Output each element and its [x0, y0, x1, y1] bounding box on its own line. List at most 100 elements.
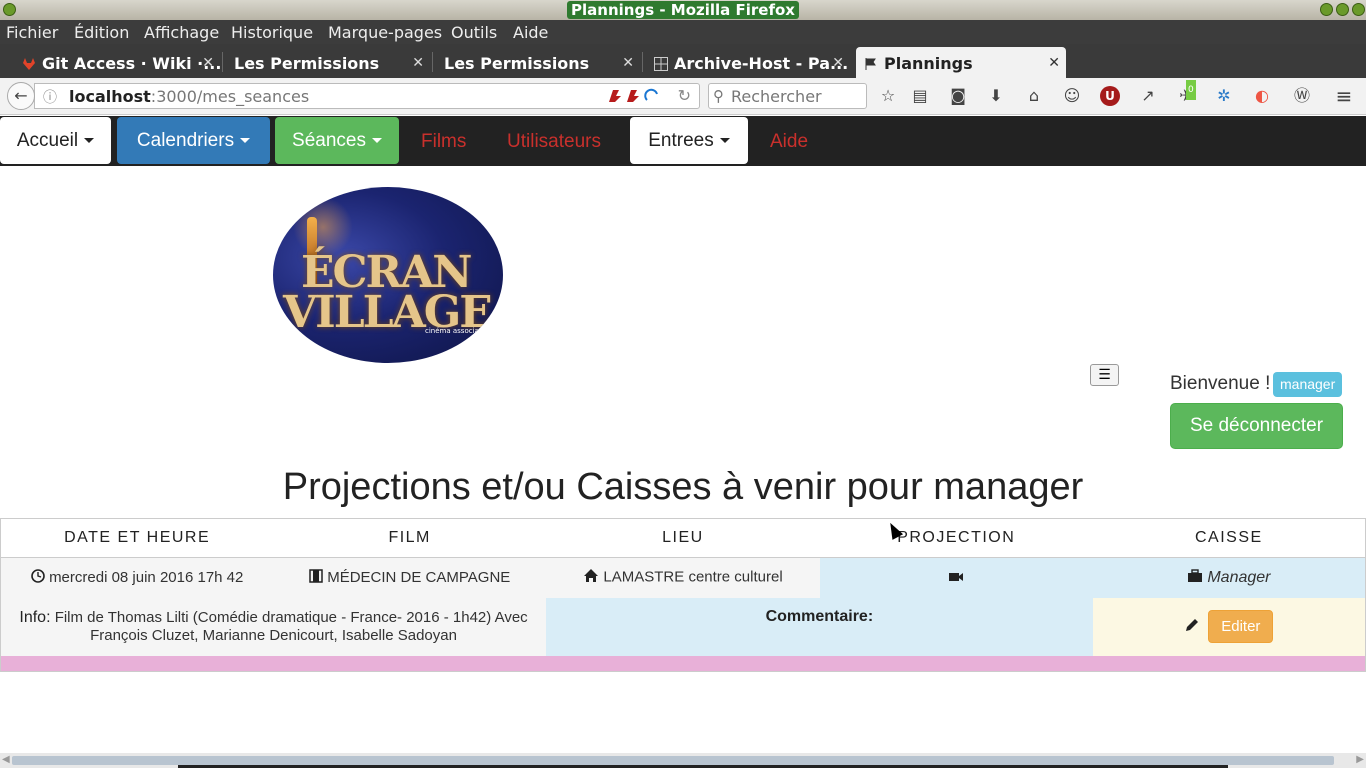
scroll-left-icon[interactable]: ◀ — [2, 754, 10, 765]
tab-label: Git Access · Wiki ·... — [42, 54, 220, 73]
nav-calendriers-dropdown[interactable]: Calendriers — [117, 117, 270, 164]
scroll-right-icon[interactable]: ▶ — [1356, 754, 1364, 765]
cell-lieu: LAMASTRE centre culturel — [546, 557, 820, 598]
caret-down-icon — [719, 138, 730, 143]
pencil-icon — [1184, 617, 1200, 637]
url-host: localhost — [69, 87, 151, 106]
hamburger-toggle-button[interactable]: ☰ — [1090, 364, 1119, 386]
gitlab-icon — [22, 56, 36, 70]
tab-les-permissions-1[interactable]: Les Permissions ✕ — [234, 47, 430, 78]
bookmark-star-icon[interactable]: ☆ — [878, 86, 898, 106]
tab-label: Les Permissions — [444, 54, 590, 73]
search-input[interactable] — [731, 86, 861, 106]
tab-label: Plannings — [884, 54, 973, 73]
table-row-info: Info: Film de Thomas Lilti (Comédie dram… — [0, 597, 1366, 656]
pen-icon[interactable]: ↗ — [1138, 86, 1158, 106]
logout-button[interactable]: Se déconnecter — [1170, 403, 1343, 449]
info-label: Info: — [19, 609, 51, 626]
home-icon — [583, 568, 599, 587]
seances-table: DATE ET HEURE FILM LIEU PROJECTION CAISS… — [0, 518, 1366, 672]
nav-films-link[interactable]: Films — [421, 131, 466, 153]
url-path: :3000/mes_seances — [150, 87, 310, 106]
menu-fichier[interactable]: Fichier — [6, 23, 58, 42]
horizontal-scrollbar[interactable]: ◀ ▶ — [0, 753, 1366, 768]
nav-entrees-label: Entrees — [648, 130, 714, 151]
column-header-projection: PROJECTION — [819, 518, 1093, 558]
close-tab-icon[interactable]: ✕ — [832, 55, 844, 71]
addon-icons[interactable] — [607, 88, 663, 104]
scrollbar-thumb[interactable] — [12, 756, 1334, 765]
wordpress-icon[interactable]: Ⓦ — [1292, 86, 1312, 106]
close-tab-icon[interactable]: ✕ — [1048, 55, 1060, 71]
film-value: MÉDECIN DE CAMPAGNE — [327, 568, 511, 586]
edit-button[interactable]: Editer — [1208, 610, 1274, 643]
badge-count: 0 — [1186, 80, 1196, 100]
comment-label: Commentaire: — [765, 607, 874, 625]
menu-marque-pages[interactable]: Marque-pages — [328, 23, 442, 42]
close-tab-icon[interactable]: ✕ — [412, 55, 424, 71]
close-window-icon[interactable] — [1352, 3, 1365, 16]
maximize-icon[interactable] — [1336, 3, 1349, 16]
addon-badge-icon[interactable]: ✈0 — [1176, 80, 1196, 106]
home-icon[interactable]: ⌂ — [1024, 86, 1044, 106]
tab-plannings[interactable]: Plannings ✕ — [856, 47, 1066, 78]
cell-edit: Editer — [1092, 597, 1366, 656]
nav-aide-link[interactable]: Aide — [770, 131, 808, 153]
table-row-separator — [0, 655, 1366, 672]
title-bar: Plannings - Mozilla Firefox — [0, 0, 1366, 20]
web-page: Accueil Calendriers Séances Films Utilis… — [0, 116, 1366, 753]
caret-down-icon — [371, 138, 382, 143]
caret-down-icon — [84, 138, 95, 143]
nav-seances-dropdown[interactable]: Séances — [275, 117, 399, 164]
nav-seances-label: Séances — [292, 130, 366, 151]
nav-accueil-label: Accueil — [16, 130, 79, 151]
column-header-date: DATE ET HEURE — [0, 518, 274, 558]
nav-accueil-dropdown[interactable]: Accueil — [0, 117, 111, 164]
menu-outils[interactable]: Outils — [451, 23, 497, 42]
nav-entrees-dropdown[interactable]: Entrees — [630, 117, 748, 164]
ublock-icon[interactable]: U — [1100, 86, 1120, 106]
network-icon[interactable]: ✲ — [1214, 86, 1234, 106]
pocket-icon[interactable]: ◙ — [948, 86, 968, 106]
menu-historique[interactable]: Historique — [231, 23, 313, 42]
search-icon: ⚲ — [713, 87, 724, 105]
close-tab-icon[interactable]: ✕ — [202, 55, 214, 71]
url-bar[interactable]: ⓘ localhost:3000/mes_seances ↻ — [34, 83, 700, 109]
app-navbar: Accueil Calendriers Séances Films Utilis… — [0, 116, 1366, 166]
tab-label: Les Permissions — [234, 54, 380, 73]
column-header-lieu: LIEU — [546, 518, 820, 558]
tab-bar: Git Access · Wiki ·... ✕ Les Permissions… — [0, 44, 1366, 114]
cell-film: MÉDECIN DE CAMPAGNE — [273, 557, 547, 598]
date-value: mercredi 08 juin 2016 17h 42 — [49, 568, 244, 586]
chat-icon[interactable]: ☺ — [1062, 86, 1082, 106]
ecran-village-logo: ÉCRAN VILLAGE cinéma associatif — [273, 187, 503, 363]
tab-git-access[interactable]: Git Access · Wiki ·... ✕ — [22, 47, 220, 78]
menu-aide[interactable]: Aide — [513, 23, 548, 42]
search-box[interactable]: ⚲ — [708, 83, 867, 109]
reader-list-icon[interactable]: ▤ — [910, 86, 930, 106]
tab-archive-host[interactable]: Archive-Host - Pa... ✕ — [654, 47, 850, 78]
minimize-icon[interactable] — [1320, 3, 1333, 16]
welcome-text: Bienvenue ! — [1170, 373, 1271, 394]
menu-edition[interactable]: Édition — [74, 23, 129, 42]
colorful-icon[interactable]: ◐ — [1252, 86, 1272, 106]
info-icon[interactable]: ⓘ — [43, 87, 57, 107]
column-header-film: FILM — [273, 518, 547, 558]
download-icon[interactable]: ⬇ — [986, 86, 1006, 106]
logo-tagline: cinéma associatif — [425, 327, 486, 335]
caisse-value: Manager — [1207, 568, 1271, 586]
info-text: Film de Thomas Lilti (Comédie dramatique… — [54, 609, 528, 644]
grid-icon — [654, 56, 668, 71]
role-badge: manager — [1273, 372, 1343, 397]
back-button[interactable]: ← — [7, 82, 35, 110]
tab-les-permissions-2[interactable]: Les Permissions ✕ — [444, 47, 640, 78]
close-tab-icon[interactable]: ✕ — [622, 55, 634, 71]
reload-icon[interactable]: ↻ — [678, 86, 691, 105]
menu-affichage[interactable]: Affichage — [144, 23, 219, 42]
flag-icon — [864, 56, 878, 70]
hamburger-menu-icon[interactable]: ≡ — [1334, 86, 1354, 106]
tab-label: Archive-Host - Pa... — [674, 54, 849, 73]
nav-utilisateurs-link[interactable]: Utilisateurs — [507, 131, 601, 153]
cell-caisse: Manager — [1092, 557, 1366, 598]
navigation-toolbar: ⓘ localhost:3000/mes_seances ↻ ← ⚲ ☆ ▤ ◙… — [0, 78, 1366, 115]
